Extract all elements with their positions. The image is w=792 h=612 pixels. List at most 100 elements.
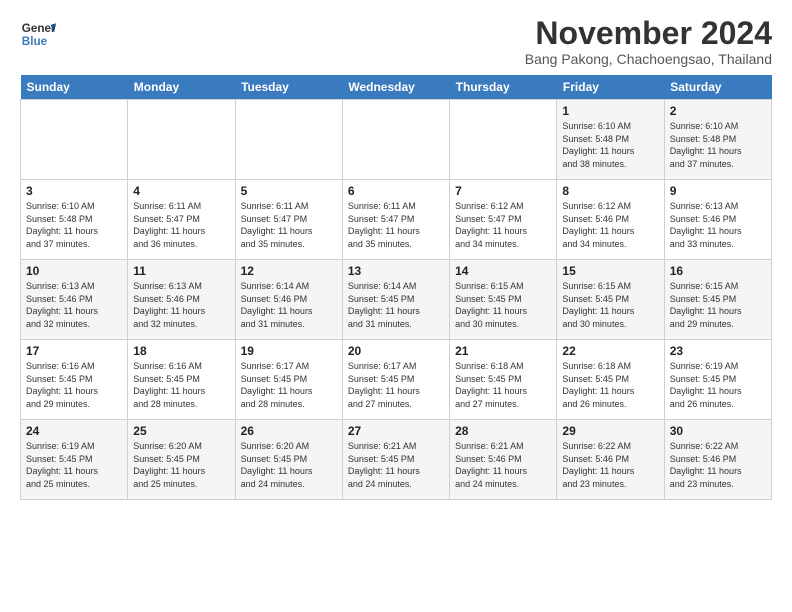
day-info: Sunrise: 6:12 AM Sunset: 5:46 PM Dayligh… — [562, 200, 658, 250]
day-number: 27 — [348, 424, 444, 438]
day-number: 17 — [26, 344, 122, 358]
day-info: Sunrise: 6:13 AM Sunset: 5:46 PM Dayligh… — [133, 280, 229, 330]
day-cell: 9 Sunrise: 6:13 AM Sunset: 5:46 PM Daylig… — [664, 180, 771, 260]
week-row-1: 1 Sunrise: 6:10 AM Sunset: 5:48 PM Daylig… — [21, 100, 772, 180]
day-cell: 27 Sunrise: 6:21 AM Sunset: 5:45 PM Dayli… — [342, 420, 449, 500]
day-info: Sunrise: 6:17 AM Sunset: 5:45 PM Dayligh… — [348, 360, 444, 410]
day-number: 18 — [133, 344, 229, 358]
day-cell — [235, 100, 342, 180]
day-number: 19 — [241, 344, 337, 358]
week-row-5: 24 Sunrise: 6:19 AM Sunset: 5:45 PM Dayli… — [21, 420, 772, 500]
day-info: Sunrise: 6:20 AM Sunset: 5:45 PM Dayligh… — [133, 440, 229, 490]
day-cell: 15 Sunrise: 6:15 AM Sunset: 5:45 PM Dayli… — [557, 260, 664, 340]
day-number: 1 — [562, 104, 658, 118]
day-info: Sunrise: 6:13 AM Sunset: 5:46 PM Dayligh… — [670, 200, 766, 250]
day-cell: 5 Sunrise: 6:11 AM Sunset: 5:47 PM Daylig… — [235, 180, 342, 260]
day-info: Sunrise: 6:10 AM Sunset: 5:48 PM Dayligh… — [26, 200, 122, 250]
day-cell: 26 Sunrise: 6:20 AM Sunset: 5:45 PM Dayli… — [235, 420, 342, 500]
day-cell: 11 Sunrise: 6:13 AM Sunset: 5:46 PM Dayli… — [128, 260, 235, 340]
day-header-sunday: Sunday — [21, 75, 128, 100]
day-number: 29 — [562, 424, 658, 438]
title-block: November 2024 Bang Pakong, Chachoengsao,… — [525, 16, 772, 67]
day-info: Sunrise: 6:14 AM Sunset: 5:46 PM Dayligh… — [241, 280, 337, 330]
day-cell: 29 Sunrise: 6:22 AM Sunset: 5:46 PM Dayli… — [557, 420, 664, 500]
day-info: Sunrise: 6:21 AM Sunset: 5:46 PM Dayligh… — [455, 440, 551, 490]
day-info: Sunrise: 6:15 AM Sunset: 5:45 PM Dayligh… — [562, 280, 658, 330]
day-info: Sunrise: 6:21 AM Sunset: 5:45 PM Dayligh… — [348, 440, 444, 490]
day-number: 23 — [670, 344, 766, 358]
day-number: 8 — [562, 184, 658, 198]
day-cell: 20Sunrise: 6:17 AM Sunset: 5:45 PM Dayli… — [342, 340, 449, 420]
day-info: Sunrise: 6:12 AM Sunset: 5:47 PM Dayligh… — [455, 200, 551, 250]
svg-text:Blue: Blue — [22, 35, 48, 48]
week-row-4: 17 Sunrise: 6:16 AM Sunset: 5:45 PM Dayli… — [21, 340, 772, 420]
day-header-friday: Friday — [557, 75, 664, 100]
day-info: Sunrise: 6:16 AM Sunset: 5:45 PM Dayligh… — [133, 360, 229, 410]
day-info: Sunrise: 6:10 AM Sunset: 5:48 PM Dayligh… — [562, 120, 658, 170]
day-info: Sunrise: 6:22 AM Sunset: 5:46 PM Dayligh… — [670, 440, 766, 490]
day-info: Sunrise: 6:19 AM Sunset: 5:45 PM Dayligh… — [26, 440, 122, 490]
day-number: 14 — [455, 264, 551, 278]
day-info: Sunrise: 6:14 AM Sunset: 5:45 PM Dayligh… — [348, 280, 444, 330]
day-cell: 25 Sunrise: 6:20 AM Sunset: 5:45 PM Dayli… — [128, 420, 235, 500]
calendar-table: SundayMondayTuesdayWednesdayThursdayFrid… — [20, 75, 772, 500]
day-cell: 28 Sunrise: 6:21 AM Sunset: 5:46 PM Dayli… — [450, 420, 557, 500]
day-info: Sunrise: 6:13 AM Sunset: 5:46 PM Dayligh… — [26, 280, 122, 330]
header: General Blue November 2024 Bang Pakong, … — [20, 16, 772, 67]
day-number: 21 — [455, 344, 551, 358]
logo-icon: General Blue — [20, 16, 56, 52]
day-number: 30 — [670, 424, 766, 438]
subtitle: Bang Pakong, Chachoengsao, Thailand — [525, 51, 772, 67]
day-cell: 12 Sunrise: 6:14 AM Sunset: 5:46 PM Dayli… — [235, 260, 342, 340]
day-cell: 16Sunrise: 6:15 AM Sunset: 5:45 PM Dayli… — [664, 260, 771, 340]
day-header-tuesday: Tuesday — [235, 75, 342, 100]
day-info: Sunrise: 6:20 AM Sunset: 5:45 PM Dayligh… — [241, 440, 337, 490]
day-cell: 14 Sunrise: 6:15 AM Sunset: 5:45 PM Dayli… — [450, 260, 557, 340]
week-row-2: 3Sunrise: 6:10 AM Sunset: 5:48 PM Daylig… — [21, 180, 772, 260]
day-info: Sunrise: 6:17 AM Sunset: 5:45 PM Dayligh… — [241, 360, 337, 410]
day-info: Sunrise: 6:19 AM Sunset: 5:45 PM Dayligh… — [670, 360, 766, 410]
day-cell — [342, 100, 449, 180]
day-number: 15 — [562, 264, 658, 278]
day-number: 11 — [133, 264, 229, 278]
day-number: 26 — [241, 424, 337, 438]
day-cell: 1 Sunrise: 6:10 AM Sunset: 5:48 PM Daylig… — [557, 100, 664, 180]
day-number: 13 — [348, 264, 444, 278]
day-cell: 30 Sunrise: 6:22 AM Sunset: 5:46 PM Dayli… — [664, 420, 771, 500]
day-number: 22 — [562, 344, 658, 358]
day-cell: 6 Sunrise: 6:11 AM Sunset: 5:47 PM Daylig… — [342, 180, 449, 260]
day-number: 12 — [241, 264, 337, 278]
day-info: Sunrise: 6:18 AM Sunset: 5:45 PM Dayligh… — [455, 360, 551, 410]
day-info: Sunrise: 6:11 AM Sunset: 5:47 PM Dayligh… — [348, 200, 444, 250]
day-info: Sunrise: 6:11 AM Sunset: 5:47 PM Dayligh… — [241, 200, 337, 250]
day-header-thursday: Thursday — [450, 75, 557, 100]
day-cell: 2Sunrise: 6:10 AM Sunset: 5:48 PM Daylig… — [664, 100, 771, 180]
day-number: 25 — [133, 424, 229, 438]
header-row: SundayMondayTuesdayWednesdayThursdayFrid… — [21, 75, 772, 100]
day-cell: 19 Sunrise: 6:17 AM Sunset: 5:45 PM Dayli… — [235, 340, 342, 420]
day-cell — [21, 100, 128, 180]
week-row-3: 10 Sunrise: 6:13 AM Sunset: 5:46 PM Dayli… — [21, 260, 772, 340]
day-number: 2 — [670, 104, 766, 118]
day-cell — [450, 100, 557, 180]
day-info: Sunrise: 6:18 AM Sunset: 5:45 PM Dayligh… — [562, 360, 658, 410]
day-cell — [128, 100, 235, 180]
day-number: 16 — [670, 264, 766, 278]
month-title: November 2024 — [525, 16, 772, 51]
day-number: 5 — [241, 184, 337, 198]
day-number: 4 — [133, 184, 229, 198]
day-number: 9 — [670, 184, 766, 198]
day-cell: 18 Sunrise: 6:16 AM Sunset: 5:45 PM Dayli… — [128, 340, 235, 420]
page: General Blue November 2024 Bang Pakong, … — [0, 0, 792, 516]
day-info: Sunrise: 6:15 AM Sunset: 5:45 PM Dayligh… — [455, 280, 551, 330]
day-cell: 22 Sunrise: 6:18 AM Sunset: 5:45 PM Dayli… — [557, 340, 664, 420]
day-cell: 13 Sunrise: 6:14 AM Sunset: 5:45 PM Dayli… — [342, 260, 449, 340]
day-cell: 3Sunrise: 6:10 AM Sunset: 5:48 PM Daylig… — [21, 180, 128, 260]
day-info: Sunrise: 6:22 AM Sunset: 5:46 PM Dayligh… — [562, 440, 658, 490]
day-number: 6 — [348, 184, 444, 198]
day-number: 24 — [26, 424, 122, 438]
day-number: 28 — [455, 424, 551, 438]
day-info: Sunrise: 6:16 AM Sunset: 5:45 PM Dayligh… — [26, 360, 122, 410]
day-number: 10 — [26, 264, 122, 278]
day-cell: 21 Sunrise: 6:18 AM Sunset: 5:45 PM Dayli… — [450, 340, 557, 420]
